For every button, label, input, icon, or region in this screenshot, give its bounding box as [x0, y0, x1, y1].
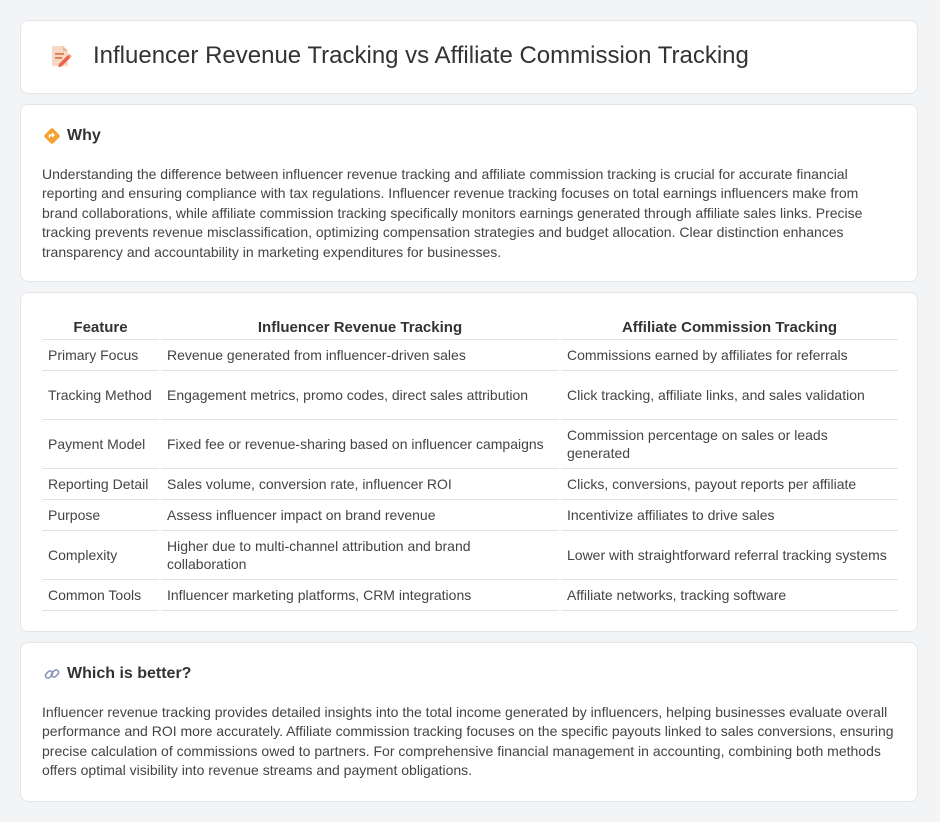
cell-feature: Reporting Detail: [42, 468, 160, 500]
table-row: Reporting Detail Sales volume, conversio…: [42, 468, 898, 500]
cell-influencer: Fixed fee or revenue-sharing based on in…: [159, 419, 560, 469]
cell-influencer: Engagement metrics, promo codes, direct …: [159, 370, 560, 420]
document-pencil-icon: [52, 46, 72, 68]
cell-affiliate: Incentivize affiliates to drive sales: [559, 499, 898, 531]
title-card: Influencer Revenue Tracking vs Affiliate…: [20, 20, 918, 94]
comparison-card: Feature Influencer Revenue Tracking Affi…: [20, 292, 918, 632]
cell-feature: Payment Model: [42, 419, 160, 469]
table-row: Common Tools Influencer marketing platfo…: [42, 579, 898, 611]
cell-affiliate: Affiliate networks, tracking software: [559, 579, 898, 611]
comparison-table: Feature Influencer Revenue Tracking Affi…: [42, 315, 898, 611]
cell-affiliate: Commission percentage on sales or leads …: [559, 419, 898, 469]
table-header-row: Feature Influencer Revenue Tracking Affi…: [42, 315, 898, 340]
why-heading-row: Why: [43, 127, 101, 145]
why-body: Understanding the difference between inf…: [42, 166, 863, 260]
diamond-direction-icon: [44, 128, 60, 144]
table-row: Tracking Method Engagement metrics, prom…: [42, 370, 898, 420]
better-heading: Which is better?: [67, 665, 192, 682]
page-title: Influencer Revenue Tracking vs Affiliate…: [93, 42, 749, 69]
why-section: Why Understanding the difference between…: [20, 104, 918, 282]
better-body: Influencer revenue tracking provides det…: [42, 704, 894, 779]
cell-feature: Primary Focus: [42, 339, 160, 371]
title-row: Influencer Revenue Tracking vs Affiliate…: [47, 42, 749, 70]
table-row: Complexity Higher due to multi-channel a…: [42, 530, 898, 580]
header-influencer: Influencer Revenue Tracking: [159, 315, 560, 340]
cell-influencer: Revenue generated from influencer-driven…: [159, 339, 560, 371]
table-row: Primary Focus Revenue generated from inf…: [42, 339, 898, 371]
cell-affiliate: Lower with straightforward referral trac…: [559, 530, 898, 580]
cell-influencer: Higher due to multi-channel attribution …: [159, 530, 560, 580]
cell-feature: Purpose: [42, 499, 160, 531]
better-section: Which is better? Influencer revenue trac…: [20, 642, 918, 802]
link-icon: [44, 669, 60, 679]
cell-feature: Common Tools: [42, 579, 160, 611]
table-row: Payment Model Fixed fee or revenue-shari…: [42, 419, 898, 469]
cell-feature: Complexity: [42, 530, 160, 580]
header-feature: Feature: [42, 315, 160, 340]
cell-influencer: Sales volume, conversion rate, influence…: [159, 468, 560, 500]
table-row: Purpose Assess influencer impact on bran…: [42, 499, 898, 531]
cell-affiliate: Commissions earned by affiliates for ref…: [559, 339, 898, 371]
cell-affiliate: Clicks, conversions, payout reports per …: [559, 468, 898, 500]
cell-affiliate: Click tracking, affiliate links, and sal…: [559, 370, 898, 420]
cell-feature: Tracking Method: [42, 370, 160, 420]
why-heading: Why: [67, 127, 101, 144]
header-affiliate: Affiliate Commission Tracking: [559, 315, 898, 340]
better-heading-row: Which is better?: [43, 665, 191, 683]
cell-influencer: Influencer marketing platforms, CRM inte…: [159, 579, 560, 611]
cell-influencer: Assess influencer impact on brand revenu…: [159, 499, 560, 531]
